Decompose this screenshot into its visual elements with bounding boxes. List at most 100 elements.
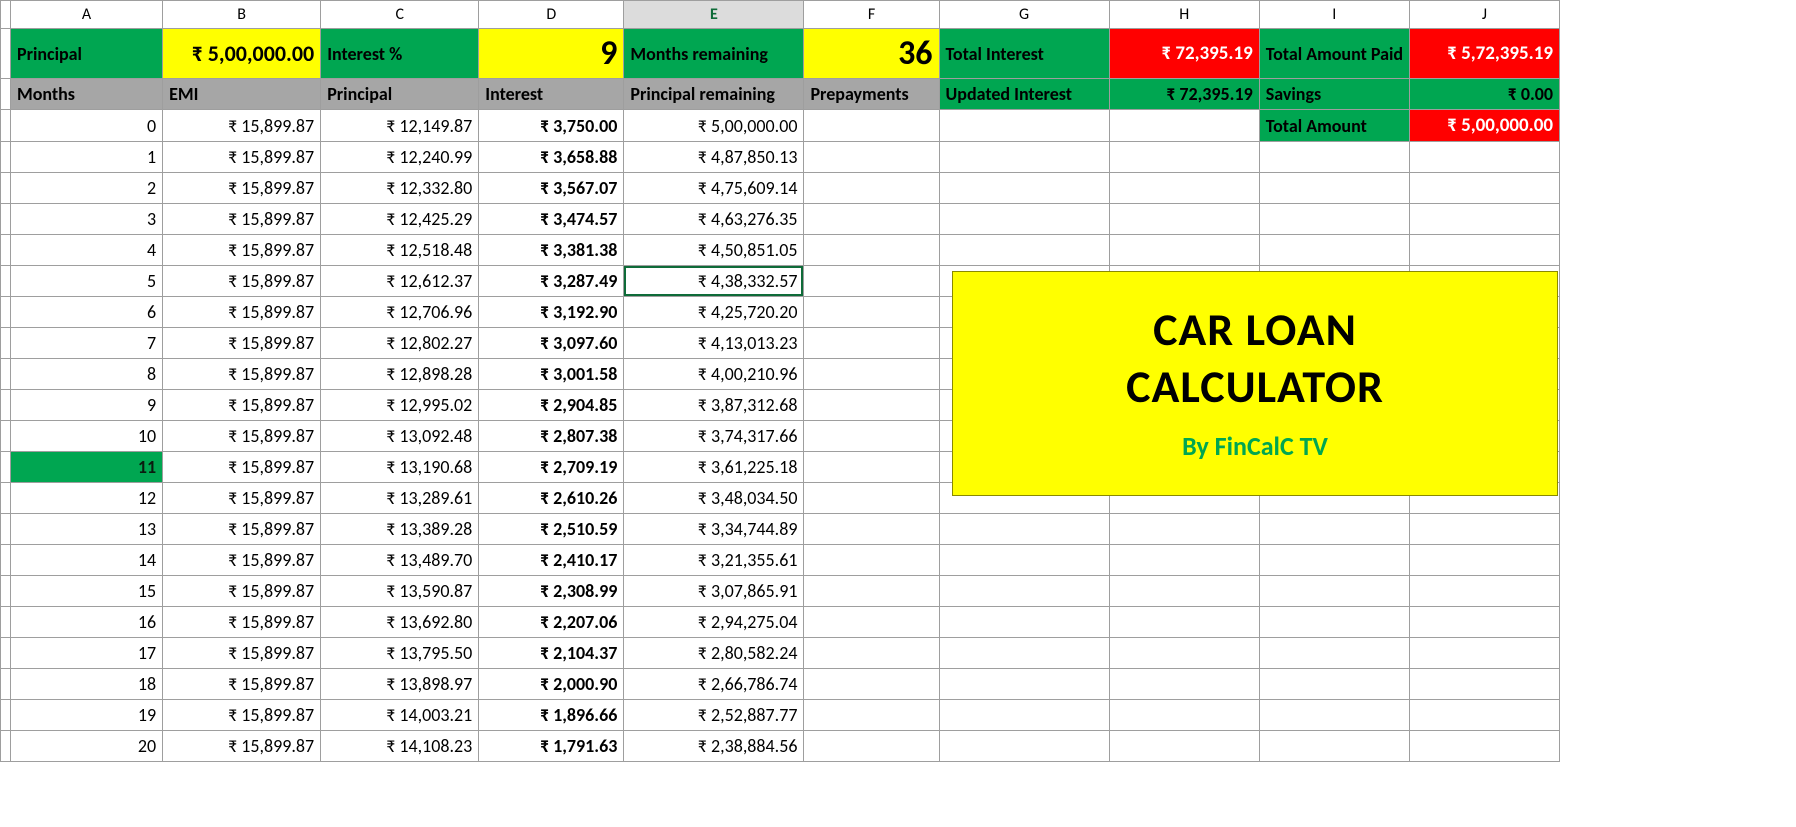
cell-empty[interactable] [1109, 142, 1259, 173]
cell-principal[interactable]: ₹ 12,995.02 [321, 390, 479, 421]
cell-principal-remaining[interactable]: ₹ 4,75,609.14 [624, 173, 804, 204]
cell-emi[interactable]: ₹ 15,899.87 [163, 142, 321, 173]
value-interest-pct[interactable]: 9 [479, 29, 624, 79]
cell-principal-remaining[interactable]: ₹ 4,50,851.05 [624, 235, 804, 266]
cell-empty[interactable] [1409, 638, 1559, 669]
row-header[interactable] [1, 29, 11, 79]
cell-interest[interactable]: ₹ 2,000.90 [479, 669, 624, 700]
cell-prepayments[interactable] [804, 607, 939, 638]
cell-principal-remaining[interactable]: ₹ 4,38,332.57 [624, 266, 804, 297]
cell-principal-remaining[interactable]: ₹ 3,48,034.50 [624, 483, 804, 514]
cell-prepayments[interactable] [804, 576, 939, 607]
cell-prepayments[interactable] [804, 483, 939, 514]
row-header[interactable] [1, 483, 11, 514]
cell-emi[interactable]: ₹ 15,899.87 [163, 110, 321, 142]
cell-empty[interactable] [1109, 669, 1259, 700]
cell-month[interactable]: 1 [11, 142, 163, 173]
cell-month[interactable]: 10 [11, 421, 163, 452]
cell-empty[interactable] [1109, 545, 1259, 576]
row-header[interactable] [1, 576, 11, 607]
cell-principal-remaining[interactable]: ₹ 3,87,312.68 [624, 390, 804, 421]
cell-emi[interactable]: ₹ 15,899.87 [163, 421, 321, 452]
cell-month[interactable]: 20 [11, 731, 163, 762]
cell-empty[interactable] [939, 700, 1109, 731]
cell-empty[interactable] [1259, 700, 1409, 731]
cell-empty[interactable] [1109, 173, 1259, 204]
cell-empty[interactable] [939, 607, 1109, 638]
cell-prepayments[interactable] [804, 266, 939, 297]
cell-interest[interactable]: ₹ 3,474.57 [479, 204, 624, 235]
cell-principal[interactable]: ₹ 13,289.61 [321, 483, 479, 514]
cell-interest[interactable]: ₹ 2,207.06 [479, 607, 624, 638]
col-header-C[interactable]: C [321, 1, 479, 29]
cell-principal-remaining[interactable]: ₹ 3,61,225.18 [624, 452, 804, 483]
cell-empty[interactable] [1409, 514, 1559, 545]
row-header[interactable] [1, 79, 11, 110]
label-total-amount-paid[interactable]: Total Amount Paid [1259, 29, 1409, 79]
cell-empty[interactable] [1109, 235, 1259, 266]
cell-emi[interactable]: ₹ 15,899.87 [163, 700, 321, 731]
label-months-remaining[interactable]: Months remaining [624, 29, 804, 79]
col-header-D[interactable]: D [479, 1, 624, 29]
cell-month[interactable]: 14 [11, 545, 163, 576]
cell-empty[interactable] [1409, 576, 1559, 607]
col-label-prepayments[interactable]: Prepayments [804, 79, 939, 110]
label-total-amount[interactable]: Total Amount [1259, 110, 1409, 142]
cell-empty[interactable] [1259, 173, 1409, 204]
cell-emi[interactable]: ₹ 15,899.87 [163, 266, 321, 297]
cell-principal-remaining[interactable]: ₹ 5,00,000.00 [624, 110, 804, 142]
row-header[interactable] [1, 235, 11, 266]
cell-principal[interactable]: ₹ 12,149.87 [321, 110, 479, 142]
cell-prepayments[interactable] [804, 638, 939, 669]
row-header[interactable] [1, 390, 11, 421]
cell-empty[interactable] [939, 731, 1109, 762]
cell-empty[interactable] [1259, 669, 1409, 700]
cell-empty[interactable] [1109, 110, 1259, 142]
cell-emi[interactable]: ₹ 15,899.87 [163, 297, 321, 328]
cell-emi[interactable]: ₹ 15,899.87 [163, 731, 321, 762]
col-header-J[interactable]: J [1409, 1, 1559, 29]
cell-principal[interactable]: ₹ 12,898.28 [321, 359, 479, 390]
col-header-H[interactable]: H [1109, 1, 1259, 29]
cell-emi[interactable]: ₹ 15,899.87 [163, 173, 321, 204]
cell-empty[interactable] [1259, 638, 1409, 669]
cell-principal-remaining[interactable]: ₹ 4,63,276.35 [624, 204, 804, 235]
col-header-E[interactable]: E [624, 1, 804, 29]
cell-empty[interactable] [1409, 545, 1559, 576]
cell-principal-remaining[interactable]: ₹ 4,25,720.20 [624, 297, 804, 328]
cell-principal[interactable]: ₹ 12,706.96 [321, 297, 479, 328]
cell-empty[interactable] [939, 576, 1109, 607]
cell-empty[interactable] [1409, 142, 1559, 173]
row-header[interactable] [1, 545, 11, 576]
cell-interest[interactable]: ₹ 1,896.66 [479, 700, 624, 731]
cell-month[interactable]: 0 [11, 110, 163, 142]
cell-empty[interactable] [1409, 731, 1559, 762]
row-header[interactable] [1, 110, 11, 142]
cell-month[interactable]: 8 [11, 359, 163, 390]
cell-principal[interactable]: ₹ 13,092.48 [321, 421, 479, 452]
cell-prepayments[interactable] [804, 328, 939, 359]
cell-prepayments[interactable] [804, 545, 939, 576]
cell-principal-remaining[interactable]: ₹ 2,80,582.24 [624, 638, 804, 669]
cell-principal[interactable]: ₹ 12,425.29 [321, 204, 479, 235]
cell-empty[interactable] [939, 204, 1109, 235]
cell-principal[interactable]: ₹ 13,795.50 [321, 638, 479, 669]
col-label-months[interactable]: Months [11, 79, 163, 110]
label-total-interest[interactable]: Total Interest [939, 29, 1109, 79]
cell-empty[interactable] [1259, 731, 1409, 762]
col-header-G[interactable]: G [939, 1, 1109, 29]
cell-principal-remaining[interactable]: ₹ 3,34,744.89 [624, 514, 804, 545]
value-savings[interactable]: ₹ 0.00 [1409, 79, 1559, 110]
row-header[interactable] [1, 700, 11, 731]
cell-principal[interactable]: ₹ 13,898.97 [321, 669, 479, 700]
cell-month[interactable]: 16 [11, 607, 163, 638]
cell-principal[interactable]: ₹ 12,612.37 [321, 266, 479, 297]
cell-month[interactable]: 2 [11, 173, 163, 204]
cell-empty[interactable] [939, 142, 1109, 173]
cell-interest[interactable]: ₹ 2,308.99 [479, 576, 624, 607]
cell-month[interactable]: 4 [11, 235, 163, 266]
cell-emi[interactable]: ₹ 15,899.87 [163, 204, 321, 235]
cell-principal[interactable]: ₹ 13,692.80 [321, 607, 479, 638]
cell-emi[interactable]: ₹ 15,899.87 [163, 638, 321, 669]
cell-emi[interactable]: ₹ 15,899.87 [163, 545, 321, 576]
